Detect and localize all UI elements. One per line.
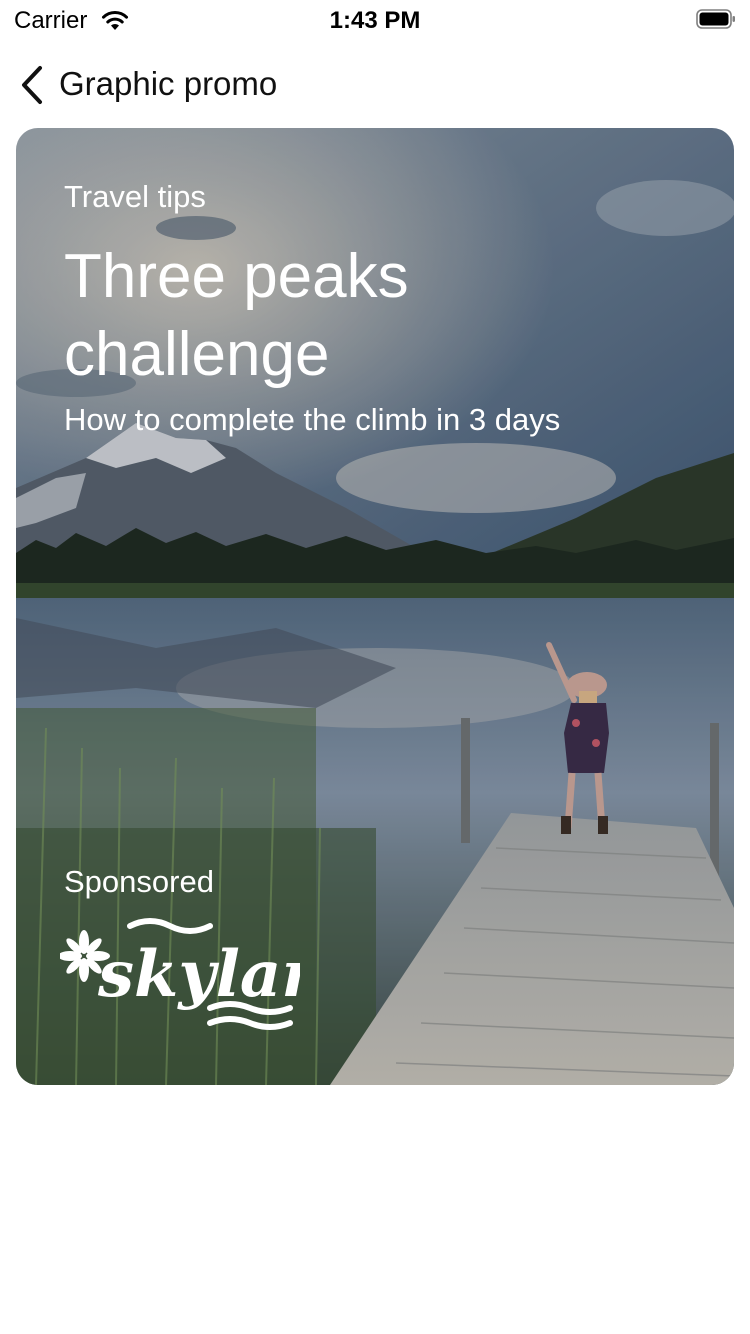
back-button[interactable]: [10, 62, 54, 108]
promo-card[interactable]: Travel tips Three peaks challenge How to…: [16, 128, 734, 1085]
promo-headline: Three peaks challenge: [64, 242, 409, 389]
clock: 1:43 PM: [329, 7, 421, 34]
battery-icon: [696, 9, 735, 29]
sponsored-label: Sponsored: [64, 864, 214, 899]
promo-eyebrow: Travel tips: [64, 179, 206, 214]
promo-subhead: How to complete the climb in 3 days: [64, 402, 561, 437]
page-title: Graphic promo: [59, 65, 278, 102]
svg-text:skyland: skyland: [97, 937, 300, 1012]
brand-logo: skyland: [60, 918, 300, 1030]
navigation-bar: Graphic promo: [0, 44, 750, 124]
chevron-left-icon: [22, 66, 42, 104]
status-bar: Carrier 1:43 PM: [0, 0, 750, 40]
